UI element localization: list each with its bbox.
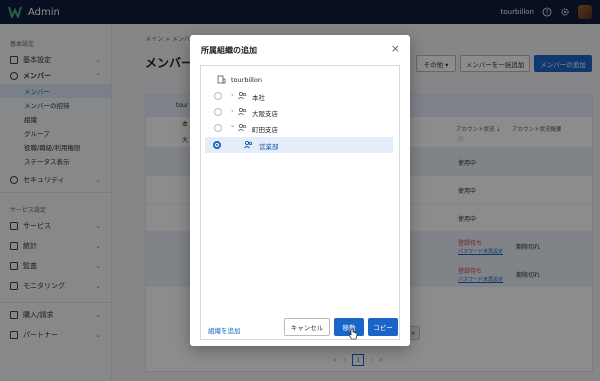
dialog-title: 所属組織の追加 [201,46,257,55]
chevron-right-icon[interactable]: › [231,92,233,99]
close-icon[interactable]: × [391,42,400,55]
tree-root-label: tourbillon [231,76,262,84]
group-icon [244,140,253,149]
tree-node-label: 営業部 [259,143,279,151]
radio-button-selected[interactable] [213,141,221,149]
radio-button[interactable] [214,124,222,132]
radio-button[interactable] [214,92,222,100]
tree-node-osaka[interactable]: › 大阪支店 [201,104,399,120]
building-icon [217,75,226,84]
tree-root-row: tourbillon [201,72,399,88]
tree-node-machida[interactable]: ⌄ 町田支店 [201,120,399,136]
tree-node-honsha[interactable]: › 本社 [201,88,399,104]
tree-node-label: 大阪支店 [252,110,278,118]
hand-cursor-icon [348,328,358,340]
chevron-down-icon[interactable]: ⌄ [230,122,235,129]
add-organization-link[interactable]: 組織を追加 [208,325,241,335]
radio-button[interactable] [214,108,222,116]
group-icon [238,107,247,116]
tree-node-label: 本社 [252,94,265,102]
tree-node-label: 町田支店 [252,126,278,134]
group-icon [238,123,247,132]
copy-button[interactable]: コピー [368,318,398,336]
tree-node-sales[interactable]: 営業部 [205,137,393,153]
chevron-right-icon[interactable]: › [231,108,233,115]
organization-tree: tourbillon › 本社 › 大阪支店 ⌄ 町田支店 営業部 [200,65,400,340]
add-organization-dialog: 所属組織の追加 × tourbillon › 本社 › 大阪支店 ⌄ 町田支店 [190,35,410,346]
group-icon [238,91,247,100]
cancel-button[interactable]: キャンセル [284,318,330,336]
